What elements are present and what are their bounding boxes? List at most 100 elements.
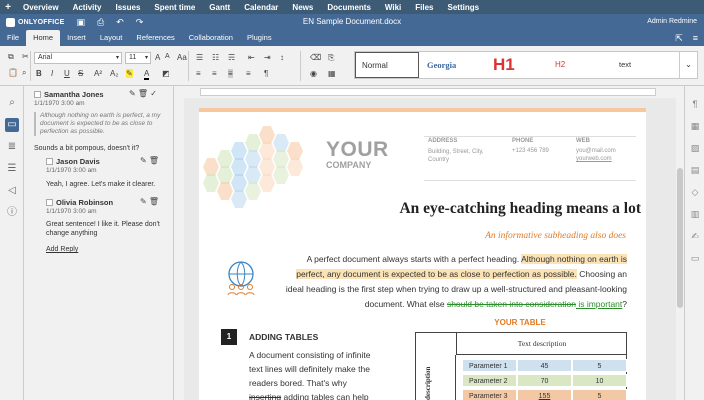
superscript-icon[interactable]: A²: [94, 69, 102, 78]
multilevel-icon[interactable]: ☴: [228, 53, 235, 62]
decrease-indent-icon[interactable]: ⇤: [248, 53, 255, 62]
tab-layout[interactable]: Layout: [93, 30, 130, 46]
nav-calendar[interactable]: Calendar: [237, 3, 285, 12]
strikethrough-icon[interactable]: S: [78, 69, 83, 78]
nav-documents[interactable]: Documents: [320, 3, 378, 12]
numbering-icon[interactable]: ☷: [212, 53, 219, 62]
change-case-icon[interactable]: Aa: [177, 53, 187, 62]
table-cell[interactable]: Parameter 3: [462, 389, 517, 400]
align-center-icon[interactable]: ≡: [212, 69, 217, 78]
highlight-icon[interactable]: ✎: [126, 69, 133, 78]
image-settings-icon[interactable]: ▨: [689, 142, 701, 154]
comment-checkbox[interactable]: [34, 91, 41, 98]
style-h1[interactable]: H1: [487, 52, 547, 78]
track-changes-icon[interactable]: ≣: [5, 140, 19, 154]
document-page[interactable]: YOUR COMPANY ADDRESS Building, Street, C…: [199, 108, 646, 400]
style-h2[interactable]: H2: [549, 52, 609, 78]
table-cell[interactable]: 45: [517, 359, 572, 372]
inserted-text[interactable]: is important: [576, 299, 622, 309]
nav-activity[interactable]: Activity: [66, 3, 109, 12]
nav-files[interactable]: Files: [408, 3, 440, 12]
signature-icon[interactable]: ✍: [689, 230, 701, 242]
paragraph-marks-icon[interactable]: ¶: [264, 69, 268, 78]
increase-indent-icon[interactable]: ⇥: [264, 53, 271, 62]
navigation-icon[interactable]: ☰: [5, 162, 19, 176]
table-settings-icon[interactable]: ▦: [689, 120, 701, 132]
add-icon[interactable]: +: [0, 2, 16, 13]
search-icon[interactable]: ⌕: [5, 96, 19, 110]
feedback-icon[interactable]: ◁: [5, 184, 19, 198]
increase-font-icon[interactable]: A: [155, 53, 160, 62]
form-settings-icon[interactable]: ▭: [689, 252, 701, 264]
reply-checkbox[interactable]: [46, 199, 53, 206]
reply-checkbox[interactable]: [46, 158, 53, 165]
bold-icon[interactable]: B: [36, 69, 42, 78]
table-cell[interactable]: Parameter 1: [462, 359, 517, 372]
nav-gantt[interactable]: Gantt: [202, 3, 237, 12]
nav-wiki[interactable]: Wiki: [378, 3, 408, 12]
nav-spent-time[interactable]: Spent time: [147, 3, 202, 12]
shading-icon[interactable]: ◩: [162, 69, 170, 78]
vertical-scrollbar[interactable]: [676, 98, 684, 400]
add-reply-link[interactable]: Add Reply: [46, 246, 78, 253]
italic-icon[interactable]: I: [51, 69, 53, 78]
document-canvas[interactable]: YOUR COMPANY ADDRESS Building, Street, C…: [184, 98, 684, 400]
line-spacing-icon[interactable]: ↕: [280, 53, 284, 62]
menu-icon[interactable]: ≡: [693, 33, 698, 44]
deleted-text[interactable]: should be taken into consideration: [447, 299, 576, 309]
underline-icon[interactable]: U: [64, 69, 70, 78]
tab-plugins[interactable]: Plugins: [240, 30, 279, 46]
copy-icon[interactable]: ⧉: [8, 52, 14, 62]
chart-settings-icon[interactable]: ▥: [689, 208, 701, 220]
table-cell[interactable]: 5: [572, 389, 627, 400]
table-cell[interactable]: 70: [517, 374, 572, 387]
tab-collaboration[interactable]: Collaboration: [182, 30, 240, 46]
shape-settings-icon[interactable]: ◇: [689, 186, 701, 198]
horizontal-ruler[interactable]: [174, 86, 684, 98]
paragraph-settings-icon[interactable]: ¶: [689, 98, 701, 110]
table-cell[interactable]: 155: [517, 389, 572, 400]
table-cell[interactable]: Parameter 2: [462, 374, 517, 387]
expand-icon[interactable]: ⇱: [675, 33, 683, 44]
styles-expand-button[interactable]: ⌄: [679, 52, 697, 78]
vertical-ruler[interactable]: [174, 98, 184, 400]
data-table[interactable]: Text description description Parameter 1…: [415, 332, 627, 400]
header-footer-icon[interactable]: ▤: [689, 164, 701, 176]
tab-home[interactable]: Home: [26, 30, 61, 46]
align-right-icon[interactable]: ≡: [228, 69, 233, 78]
comment-actions[interactable]: ✎ 🗑 ✓: [129, 89, 157, 98]
nav-settings[interactable]: Settings: [441, 3, 487, 12]
font-name-select[interactable]: Arial ▾: [34, 52, 122, 64]
decrease-font-icon[interactable]: A: [165, 53, 170, 60]
about-icon[interactable]: ⓘ: [5, 206, 19, 220]
web-link[interactable]: yourweb.com: [576, 156, 612, 162]
style-georgia[interactable]: Georgia: [421, 52, 485, 78]
copy-style-icon[interactable]: ⎘: [328, 53, 334, 63]
align-left-icon[interactable]: ≡: [196, 69, 201, 78]
nav-issues[interactable]: Issues: [108, 3, 147, 12]
change-color-scheme-icon[interactable]: ◉: [310, 69, 317, 78]
format-painter-icon[interactable]: ⌕: [22, 68, 26, 78]
justify-icon[interactable]: ≡: [246, 69, 251, 78]
tab-file[interactable]: File: [0, 30, 26, 46]
table-cell[interactable]: 10: [572, 374, 627, 387]
user-name[interactable]: Admin Redmine: [647, 18, 697, 25]
style-normal[interactable]: Normal: [355, 52, 419, 78]
tab-insert[interactable]: Insert: [60, 30, 93, 46]
subscript-icon[interactable]: A₂: [110, 69, 118, 78]
reply-actions[interactable]: ✎ 🗑: [140, 156, 159, 165]
paste-icon[interactable]: 📋: [8, 68, 18, 77]
nav-overview[interactable]: Overview: [16, 3, 66, 12]
comments-icon[interactable]: ▭: [5, 118, 19, 132]
tab-references[interactable]: References: [129, 30, 181, 46]
font-size-select[interactable]: 11 ▾: [125, 52, 151, 64]
insert-image-icon[interactable]: ▦: [328, 69, 336, 78]
cut-icon[interactable]: ✂: [22, 52, 29, 61]
bullets-icon[interactable]: ☰: [196, 53, 203, 62]
style-text[interactable]: text: [613, 52, 675, 78]
table-cell[interactable]: 5: [572, 359, 627, 372]
reply-actions[interactable]: ✎ 🗑: [140, 197, 159, 206]
clear-style-icon[interactable]: ⌫: [310, 53, 321, 62]
font-color-icon[interactable]: A: [144, 69, 150, 80]
nav-news[interactable]: News: [285, 3, 320, 12]
